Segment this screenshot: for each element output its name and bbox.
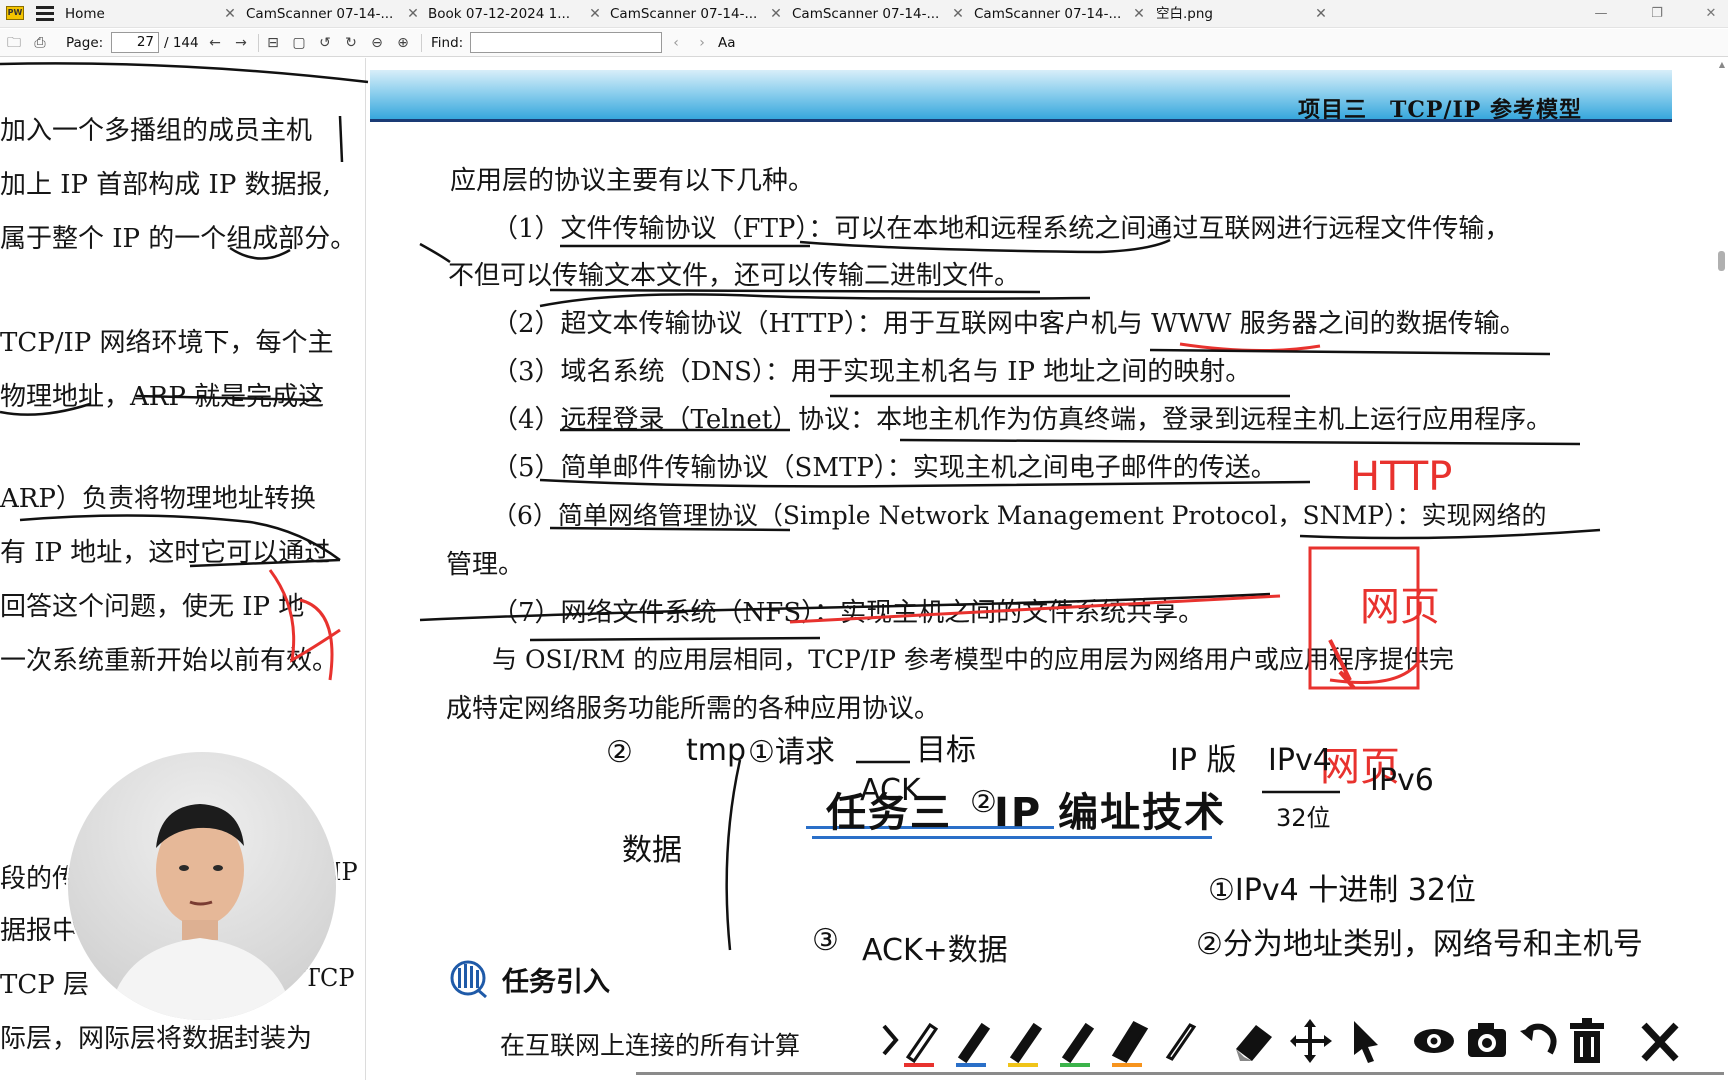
vertical-scrollbar[interactable]: ▲ [1714, 58, 1728, 1080]
body-text-line: （3）域名系统（DNS）：用于实现主机名与 IP 地址之间的映射。 [492, 357, 1252, 387]
find-next-icon[interactable]: › [692, 33, 712, 53]
left-text-line: 属于整个 IP 的一个组成部分。 [0, 224, 357, 254]
find-prev-icon[interactable]: ‹ [666, 33, 686, 53]
tab-close-icon[interactable]: ✕ [951, 4, 965, 24]
tab-camscanner-4[interactable]: CamScanner 07-14-... [974, 4, 1132, 24]
minimize-icon[interactable]: — [1578, 0, 1624, 28]
tab-close-icon[interactable]: ✕ [588, 4, 602, 24]
scroll-up-icon[interactable]: ▲ [1719, 60, 1725, 69]
left-text-line: 加入一个多播组的成员主机 [0, 116, 313, 146]
page-label: Page: [66, 35, 104, 51]
body-text-line: 成特定网络服务功能所需的各种应用协议。 [446, 694, 941, 724]
tab-close-icon[interactable]: ✕ [769, 4, 783, 24]
undo-icon [1520, 1023, 1557, 1055]
forward-arrow-icon[interactable]: → [231, 33, 251, 53]
body-text-line: 与 OSI/RM 的应用层相同，TCP/IP 参考模型中的应用层为网络用户或应用… [492, 645, 1454, 674]
tab-close-icon[interactable]: ✕ [223, 4, 237, 24]
page-number-input[interactable]: 27 [111, 32, 159, 53]
zoom-in-icon[interactable]: ⊕ [393, 33, 413, 53]
left-text-line: 据报中 [0, 916, 79, 946]
toolbar-divider [421, 34, 422, 52]
body-text-line: （5）简单邮件传输协议（SMTP）：实现主机之间电子邮件的传送。 [492, 453, 1277, 483]
toolbar: 🗀 ⎙ Page: 27 / 144 ← → ⊟ ▢ ↺ ↻ ⊖ ⊕ Find:… [0, 29, 1728, 57]
body-text-line: （1）文件传输协议（FTP）：可以在本地和远程系统之间通过互联网进行远程文件传输… [492, 214, 1511, 244]
task-heading: 任务三 IP 编址技术 [826, 790, 1227, 836]
left-text-line: TCP/IP 网络环境下，每个主 [0, 328, 334, 358]
find-input[interactable] [470, 32, 662, 53]
tab-camscanner-1[interactable]: CamScanner 07-14-... [246, 4, 404, 24]
camera-icon [1468, 1023, 1506, 1057]
presenter-avatar [108, 804, 294, 1020]
eye-icon [1414, 1029, 1454, 1053]
body-text-line: （6）简单网络管理协议（Simple Network Management Pr… [492, 501, 1547, 530]
body-text-line: 应用层的协议主要有以下几种。 [450, 166, 815, 196]
scroll-thumb[interactable] [1718, 251, 1725, 271]
left-text-line: ARP）负责将物理地址转换 [0, 484, 316, 514]
yellow-pen-icon [1008, 1022, 1043, 1067]
tab-close-icon[interactable]: ✕ [406, 4, 420, 24]
left-text-line: TCP 层 [0, 970, 89, 1000]
menu-icon[interactable] [36, 6, 54, 22]
body-bottom-line: 在互联网上连接的所有计算 [500, 1031, 801, 1060]
webcam-overlay[interactable] [68, 752, 336, 1020]
body-text-line: （2）超文本传输协议（HTTP）：用于互联网中客户机与 WWW 服务器之间的数据… [492, 309, 1526, 339]
rotate-left-icon[interactable]: ↺ [315, 33, 335, 53]
page-header-band: 项目三 TCP/IP 参考模型 [370, 70, 1672, 123]
tab-camscanner-2[interactable]: CamScanner 07-14-... [610, 4, 768, 24]
tab-book[interactable]: Book 07-12-2024 1... [428, 4, 586, 24]
left-text-line: 回答这个问题，使无 IP 地 [0, 592, 305, 622]
body-text-line: （7）网络文件系统（NFS）：实现主机之间的文件系统共享。 [492, 598, 1205, 628]
tab-bar: PW Home ✕ CamScanner 07-14-... ✕ Book 07… [0, 0, 1728, 28]
pen-tools[interactable] [900, 1015, 1700, 1071]
left-text-line: 一次系统重新开始以前有效。 [0, 646, 339, 676]
window-close-icon[interactable]: ✕ [1688, 0, 1728, 28]
tab-blank-png[interactable]: 空白.png [1156, 4, 1296, 24]
task-intro-icon [450, 960, 487, 998]
open-folder-icon[interactable]: 🗀 [4, 33, 24, 53]
bottom-rule [636, 1072, 1724, 1075]
left-fragment: TCP [304, 964, 355, 992]
pointer-icon [1354, 1021, 1378, 1063]
left-text-line: 加上 IP 首部构成 IP 数据报, [0, 170, 331, 200]
single-page-icon[interactable]: ▢ [289, 33, 309, 53]
tab-camscanner-3[interactable]: CamScanner 07-14-... [792, 4, 950, 24]
print-icon[interactable]: ⎙ [30, 33, 50, 53]
tab-close-icon[interactable]: ✕ [1314, 4, 1328, 24]
zoom-out-icon[interactable]: ⊖ [367, 33, 387, 53]
body-text-line: 管理。 [446, 550, 525, 580]
move-icon [1290, 1019, 1332, 1063]
continuous-page-icon[interactable]: ⊟ [263, 33, 283, 53]
red-pen-icon [904, 1022, 939, 1067]
left-text-line: 有 IP 地址，这时它可以通过 [0, 538, 331, 568]
chapter-title: 项目三 TCP/IP 参考模型 [1298, 97, 1582, 123]
eraser-icon [1236, 1025, 1272, 1061]
tab-close-icon[interactable]: ✕ [1132, 4, 1146, 24]
body-text-line: （4）远程登录（Telnet）协议：本地主机作为仿真终端，登录到远程主机上运行应… [492, 405, 1553, 435]
left-text-line: 际层，网际层将数据封装为 [0, 1024, 313, 1054]
task-intro-title: 任务引入 [502, 967, 610, 998]
body-text-line: 不但可以传输文本文件，还可以传输二进制文件。 [448, 261, 1021, 291]
back-arrow-icon[interactable]: ← [205, 33, 225, 53]
app-logo-icon: PW [6, 6, 24, 20]
green-pen-icon [1060, 1022, 1095, 1067]
left-text-line: 段的传 [0, 864, 79, 894]
left-text-line: 物理地址，ARP 就是完成这 [0, 382, 325, 412]
restore-icon[interactable]: ❐ [1634, 0, 1680, 28]
orange-highlighter-icon [1111, 1021, 1149, 1067]
close-icon [1641, 1022, 1679, 1062]
find-label: Find: [431, 35, 464, 51]
blue-pen-icon [956, 1022, 991, 1067]
rotate-right-icon[interactable]: ↻ [341, 33, 361, 53]
trash-icon [1570, 1018, 1604, 1063]
task-heading-underline [812, 836, 1212, 839]
page-total: / 144 [164, 35, 199, 51]
black-pen-icon [1165, 1023, 1197, 1061]
toolbar-divider [258, 34, 259, 52]
collapse-arrow-icon[interactable] [880, 1018, 902, 1062]
tab-home[interactable]: Home [65, 4, 205, 24]
match-case-toggle[interactable]: Aa [718, 33, 736, 53]
